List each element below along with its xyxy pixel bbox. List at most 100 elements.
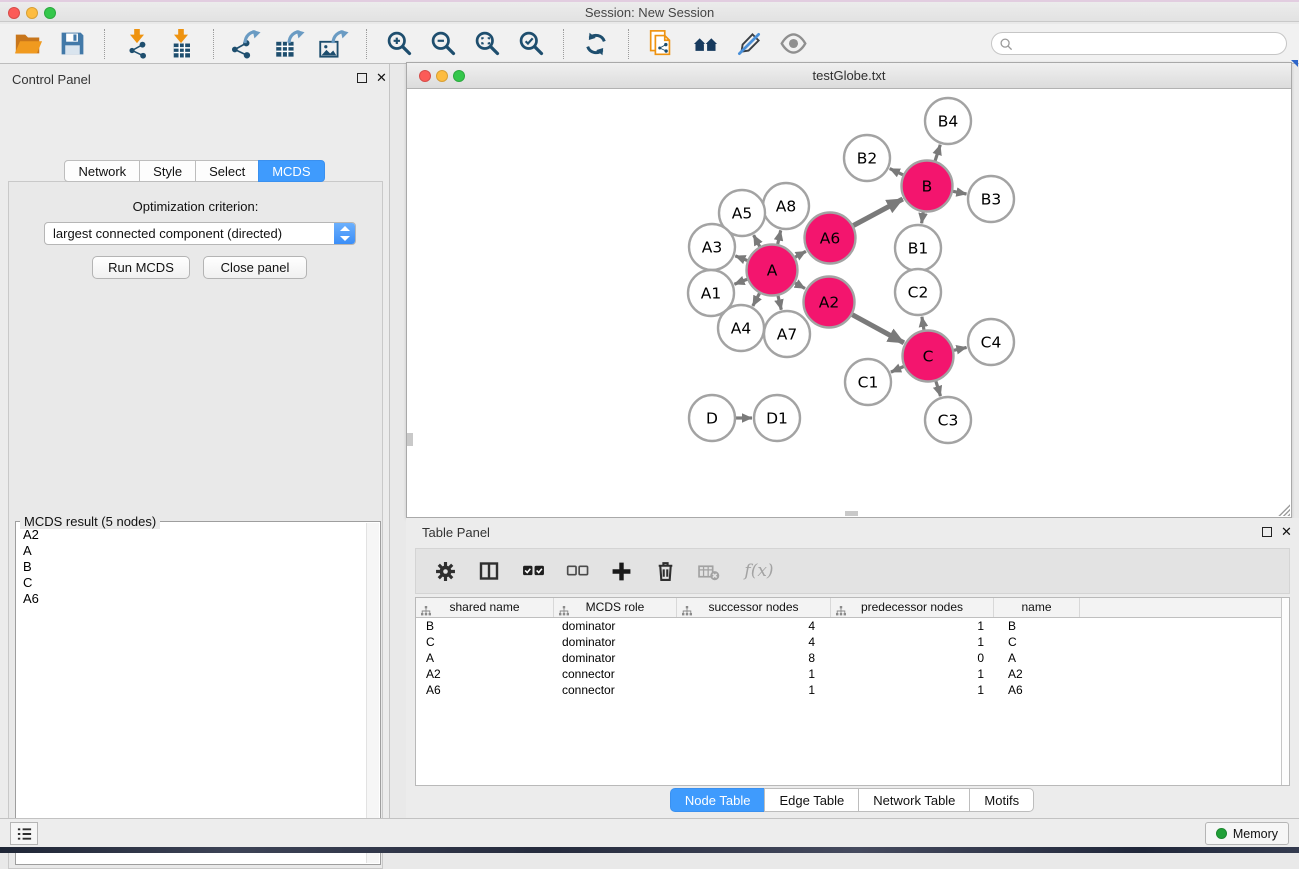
- edge-A-A5[interactable]: [754, 235, 760, 246]
- node-A2[interactable]: A2: [804, 277, 855, 328]
- run-mcds-button[interactable]: Run MCDS: [92, 256, 190, 279]
- node-D1[interactable]: D1: [754, 395, 800, 441]
- edge-A-A2[interactable]: [795, 283, 805, 289]
- tab-style[interactable]: Style: [139, 160, 196, 182]
- node-A[interactable]: A: [747, 245, 798, 296]
- edge-A-A7[interactable]: [778, 296, 781, 310]
- column-header-predecessor-nodes[interactable]: predecessor nodes: [831, 598, 994, 617]
- import-table-button[interactable]: [163, 26, 199, 62]
- edge-B-B1[interactable]: [922, 212, 924, 223]
- mcds-result-item[interactable]: A6: [17, 591, 365, 607]
- tab-motifs[interactable]: Motifs: [969, 788, 1034, 812]
- delete-column-button[interactable]: [648, 554, 682, 588]
- vertical-scroll-thumb[interactable]: [407, 433, 413, 446]
- table-settings-button[interactable]: [428, 554, 462, 588]
- memory-button[interactable]: Memory: [1205, 822, 1289, 845]
- mcds-result-item[interactable]: B: [17, 559, 365, 575]
- edge-C-C3[interactable]: [936, 381, 941, 396]
- column-header-name[interactable]: name: [994, 598, 1080, 617]
- table-row[interactable]: Adominator80A: [416, 650, 1289, 666]
- function-builder-button[interactable]: f(x): [736, 554, 782, 588]
- close-panel-icon[interactable]: ✕: [376, 70, 387, 86]
- export-image-button[interactable]: [316, 26, 352, 62]
- tab-edge-table[interactable]: Edge Table: [764, 788, 859, 812]
- deselect-all-button[interactable]: [560, 554, 594, 588]
- import-network-button[interactable]: [119, 26, 155, 62]
- edge-B-B4[interactable]: [935, 145, 940, 161]
- export-network-button[interactable]: [228, 26, 264, 62]
- node-A6[interactable]: A6: [805, 213, 856, 264]
- zoom-in-button[interactable]: [381, 26, 417, 62]
- mcds-result-item[interactable]: A2: [17, 527, 365, 543]
- split-column-button[interactable]: [472, 554, 506, 588]
- delete-table-button[interactable]: [692, 554, 726, 588]
- edge-C-C2[interactable]: [922, 317, 924, 330]
- export-table-button[interactable]: [272, 26, 308, 62]
- table-scrollbar[interactable]: [1281, 598, 1289, 785]
- edge-A-A4[interactable]: [753, 293, 760, 306]
- network-from-selection-button[interactable]: [643, 26, 679, 62]
- column-header-successor-nodes[interactable]: successor nodes: [677, 598, 831, 617]
- result-scrollbar[interactable]: [366, 523, 379, 863]
- open-file-button[interactable]: [10, 26, 46, 62]
- search-input[interactable]: [1018, 34, 1278, 53]
- tab-mcds[interactable]: MCDS: [258, 160, 324, 182]
- network-window-titlebar[interactable]: testGlobe.txt: [407, 63, 1291, 89]
- node-C2[interactable]: C2: [895, 269, 941, 315]
- edge-A2-C[interactable]: [852, 315, 904, 343]
- node-C[interactable]: C: [903, 331, 954, 382]
- node-B1[interactable]: B1: [895, 225, 941, 271]
- node-C3[interactable]: C3: [925, 397, 971, 443]
- apply-layout-button[interactable]: [578, 26, 614, 62]
- show-panels-button[interactable]: [10, 822, 38, 845]
- edge-A-A1[interactable]: [734, 279, 747, 284]
- edge-B-B3[interactable]: [953, 191, 967, 194]
- node-C1[interactable]: C1: [845, 359, 891, 405]
- node-A3[interactable]: A3: [689, 224, 735, 270]
- column-header-shared-name[interactable]: shared name: [416, 598, 554, 617]
- node-B4[interactable]: B4: [925, 98, 971, 144]
- table-row[interactable]: A2connector11A2: [416, 666, 1289, 682]
- node-A4[interactable]: A4: [718, 305, 764, 351]
- edge-A6-B[interactable]: [853, 199, 902, 226]
- select-all-button[interactable]: [516, 554, 550, 588]
- show-graphics-details-button[interactable]: [775, 26, 811, 62]
- close-panel-icon[interactable]: ✕: [1281, 524, 1292, 540]
- node-A7[interactable]: A7: [764, 311, 810, 357]
- node-C4[interactable]: C4: [968, 319, 1014, 365]
- network-canvas[interactable]: B4B2BB3A8A5A6B1A3AC2A1A2A4A7C4CC1C3DD1: [407, 89, 1291, 517]
- zoom-selected-button[interactable]: [513, 26, 549, 62]
- zoom-fit-button[interactable]: [469, 26, 505, 62]
- node-A8[interactable]: A8: [763, 183, 809, 229]
- table-row[interactable]: Bdominator41B: [416, 618, 1289, 634]
- zoom-out-button[interactable]: [425, 26, 461, 62]
- network-graph[interactable]: B4B2BB3A8A5A6B1A3AC2A1A2A4A7C4CC1C3DD1: [407, 89, 1291, 517]
- criterion-dropdown[interactable]: largest connected component (directed): [44, 222, 356, 245]
- edge-C-C1[interactable]: [891, 367, 904, 373]
- node-D[interactable]: D: [689, 395, 735, 441]
- tab-network[interactable]: Network: [64, 160, 140, 182]
- home-button[interactable]: [687, 26, 723, 62]
- table-row[interactable]: A6connector11A6: [416, 682, 1289, 698]
- mcds-result-item[interactable]: C: [17, 575, 365, 591]
- hide-annotations-button[interactable]: [731, 26, 767, 62]
- column-header-MCDS-role[interactable]: MCDS role: [554, 598, 677, 617]
- node-B[interactable]: B: [902, 161, 953, 212]
- float-panel-icon[interactable]: [357, 73, 367, 83]
- edge-C-C4[interactable]: [954, 347, 967, 350]
- edge-B-B2[interactable]: [890, 169, 903, 175]
- node-B2[interactable]: B2: [844, 135, 890, 181]
- tab-node-table[interactable]: Node Table: [670, 788, 766, 812]
- add-column-button[interactable]: [604, 554, 638, 588]
- float-panel-icon[interactable]: [1262, 527, 1272, 537]
- save-session-button[interactable]: [54, 26, 90, 62]
- edge-A-A6[interactable]: [795, 251, 806, 257]
- table-row[interactable]: Cdominator41C: [416, 634, 1289, 650]
- edge-A-A3[interactable]: [735, 256, 747, 261]
- edge-A-A8[interactable]: [778, 230, 781, 244]
- close-panel-button[interactable]: Close panel: [203, 256, 307, 279]
- tab-select[interactable]: Select: [195, 160, 259, 182]
- horizontal-scroll-thumb[interactable]: [845, 511, 858, 516]
- mcds-result-item[interactable]: A: [17, 543, 365, 559]
- tab-network-table[interactable]: Network Table: [858, 788, 970, 812]
